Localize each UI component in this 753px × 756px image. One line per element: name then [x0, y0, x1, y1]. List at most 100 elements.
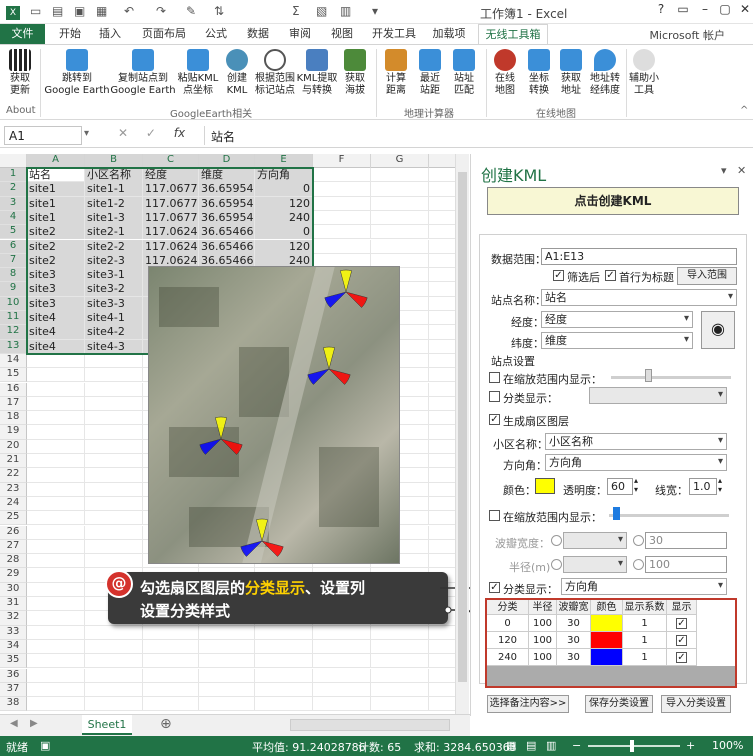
cell[interactable] — [143, 625, 199, 640]
sector-cat-checkbox[interactable]: ✓ — [489, 582, 500, 593]
sector-zoom-checkbox[interactable] — [489, 510, 500, 521]
cell[interactable] — [255, 668, 313, 683]
row-header[interactable]: 23 — [0, 482, 27, 497]
cell[interactable] — [199, 625, 255, 640]
cell[interactable] — [85, 482, 143, 497]
tab-formulas[interactable]: 公式 — [198, 24, 234, 44]
cell[interactable] — [85, 511, 143, 526]
site-cat-select[interactable] — [589, 387, 727, 404]
cell[interactable] — [313, 168, 371, 182]
get-altitude-button[interactable]: 获取 海拔 — [340, 49, 370, 97]
row-header[interactable]: 26 — [0, 525, 27, 540]
cell[interactable] — [85, 454, 143, 468]
category-show-checkbox[interactable]: ✓ — [667, 632, 697, 649]
site-zoom-slider[interactable] — [611, 376, 731, 379]
cell[interactable] — [85, 468, 143, 483]
cell[interactable] — [27, 625, 85, 640]
kml-extract-button[interactable]: KML提取 与转换 — [296, 49, 338, 97]
beam-field-select[interactable] — [563, 532, 627, 549]
close-icon[interactable]: ✕ — [734, 2, 753, 20]
row-header[interactable]: 32 — [0, 611, 27, 626]
cell[interactable] — [27, 425, 85, 440]
cell-name-select[interactable]: 小区名称 — [545, 433, 727, 450]
cell[interactable] — [27, 682, 85, 697]
save-icon[interactable]: ▣ — [74, 4, 85, 18]
tab-developer[interactable]: 开发工具 — [366, 24, 422, 44]
name-box-dropdown-icon[interactable]: ▾ — [84, 128, 89, 139]
calc-distance-button[interactable]: 计算 距离 — [380, 49, 412, 97]
collapse-ribbon-icon[interactable]: ^ — [740, 105, 748, 116]
zoom-out-icon[interactable]: − — [572, 739, 581, 752]
cell[interactable] — [27, 525, 85, 540]
category-cell[interactable]: 30 — [557, 632, 591, 649]
site-match-button[interactable]: 站址 匹配 — [448, 49, 480, 97]
tab-review[interactable]: 审阅 — [282, 24, 318, 44]
row-header[interactable]: 27 — [0, 539, 27, 555]
category-color-cell[interactable] — [591, 649, 623, 666]
beam-field-radio[interactable] — [551, 535, 562, 546]
row-header[interactable]: 12 — [0, 325, 27, 340]
cell[interactable] — [313, 682, 371, 697]
tab-file[interactable]: 文件 — [0, 24, 45, 44]
cell[interactable] — [27, 468, 85, 483]
cell[interactable] — [313, 239, 371, 254]
cell[interactable] — [85, 353, 143, 368]
cell[interactable] — [27, 668, 85, 683]
helper-tools-button[interactable]: 辅助小 工具 — [628, 49, 660, 97]
formula-input[interactable]: 站名 — [204, 126, 749, 145]
page-layout-view-icon[interactable]: ▤ — [526, 739, 536, 752]
row-header[interactable]: 20 — [0, 439, 27, 454]
prev-sheet-icon[interactable]: ◀ — [10, 718, 18, 729]
zoom-slider[interactable] — [588, 745, 680, 747]
cell[interactable] — [313, 697, 371, 712]
filtered-checkbox[interactable]: ✓ — [553, 270, 564, 281]
create-kml-button[interactable]: 创建 KML — [222, 49, 252, 97]
row-header[interactable]: 8 — [0, 268, 27, 283]
cell[interactable] — [27, 439, 85, 454]
beam-value-radio[interactable] — [633, 535, 644, 546]
row-header[interactable]: 22 — [0, 468, 27, 483]
cell[interactable] — [27, 396, 85, 411]
cell[interactable] — [27, 697, 85, 712]
cell[interactable] — [371, 654, 429, 669]
account-label[interactable]: Microsoft 帐户 — [649, 27, 725, 43]
column-header[interactable]: D — [199, 154, 255, 168]
cell[interactable] — [27, 353, 85, 368]
row-header[interactable]: 7 — [0, 253, 27, 269]
cell[interactable] — [371, 625, 429, 640]
cell[interactable] — [371, 225, 429, 240]
pane-close-icon[interactable]: ✕ — [737, 164, 746, 177]
goto-google-earth-button[interactable]: 跳转到 Google Earth — [44, 49, 110, 97]
cell[interactable] — [27, 539, 85, 554]
cell[interactable] — [199, 654, 255, 669]
cell[interactable] — [255, 625, 313, 640]
row-header[interactable]: 2 — [0, 182, 27, 197]
lat-select[interactable]: 维度 — [541, 332, 693, 349]
category-cell[interactable]: 100 — [529, 649, 557, 666]
next-sheet-icon[interactable]: ▶ — [30, 718, 38, 729]
row-header[interactable]: 33 — [0, 625, 27, 640]
cell[interactable] — [199, 682, 255, 697]
category-show-checkbox[interactable]: ✓ — [667, 649, 697, 666]
category-cell[interactable]: 1 — [623, 615, 667, 632]
cell[interactable] — [85, 554, 143, 569]
cell[interactable] — [27, 482, 85, 497]
qat-more-icon[interactable]: ▾ — [372, 4, 378, 18]
azimuth-select[interactable]: 方向角 — [545, 454, 727, 471]
tab-addins[interactable]: 加载项 — [426, 24, 472, 44]
redo-icon[interactable]: ↷ — [156, 4, 166, 18]
tab-data[interactable]: 数据 — [240, 24, 276, 44]
name-box[interactable]: A1 — [4, 126, 82, 145]
cell[interactable] — [371, 697, 429, 712]
row-header[interactable]: 3 — [0, 196, 27, 211]
nearest-site-button[interactable]: 最近 站距 — [414, 49, 446, 97]
category-cell[interactable]: 100 — [529, 615, 557, 632]
mark-sites-button[interactable]: 根据范围 标记站点 — [254, 49, 296, 97]
get-address-button[interactable]: 获取 地址 — [556, 49, 586, 97]
category-table[interactable]: 分类 半径 波瓣宽 颜色 显示系数 显示 0 100 30 1 ✓ 120 100 30 1 ✓ 240 100 3… — [485, 598, 737, 688]
cell[interactable] — [313, 225, 371, 240]
cell[interactable] — [85, 439, 143, 454]
cell[interactable] — [313, 210, 371, 225]
category-cell[interactable]: 30 — [557, 649, 591, 666]
cell[interactable] — [143, 639, 199, 654]
